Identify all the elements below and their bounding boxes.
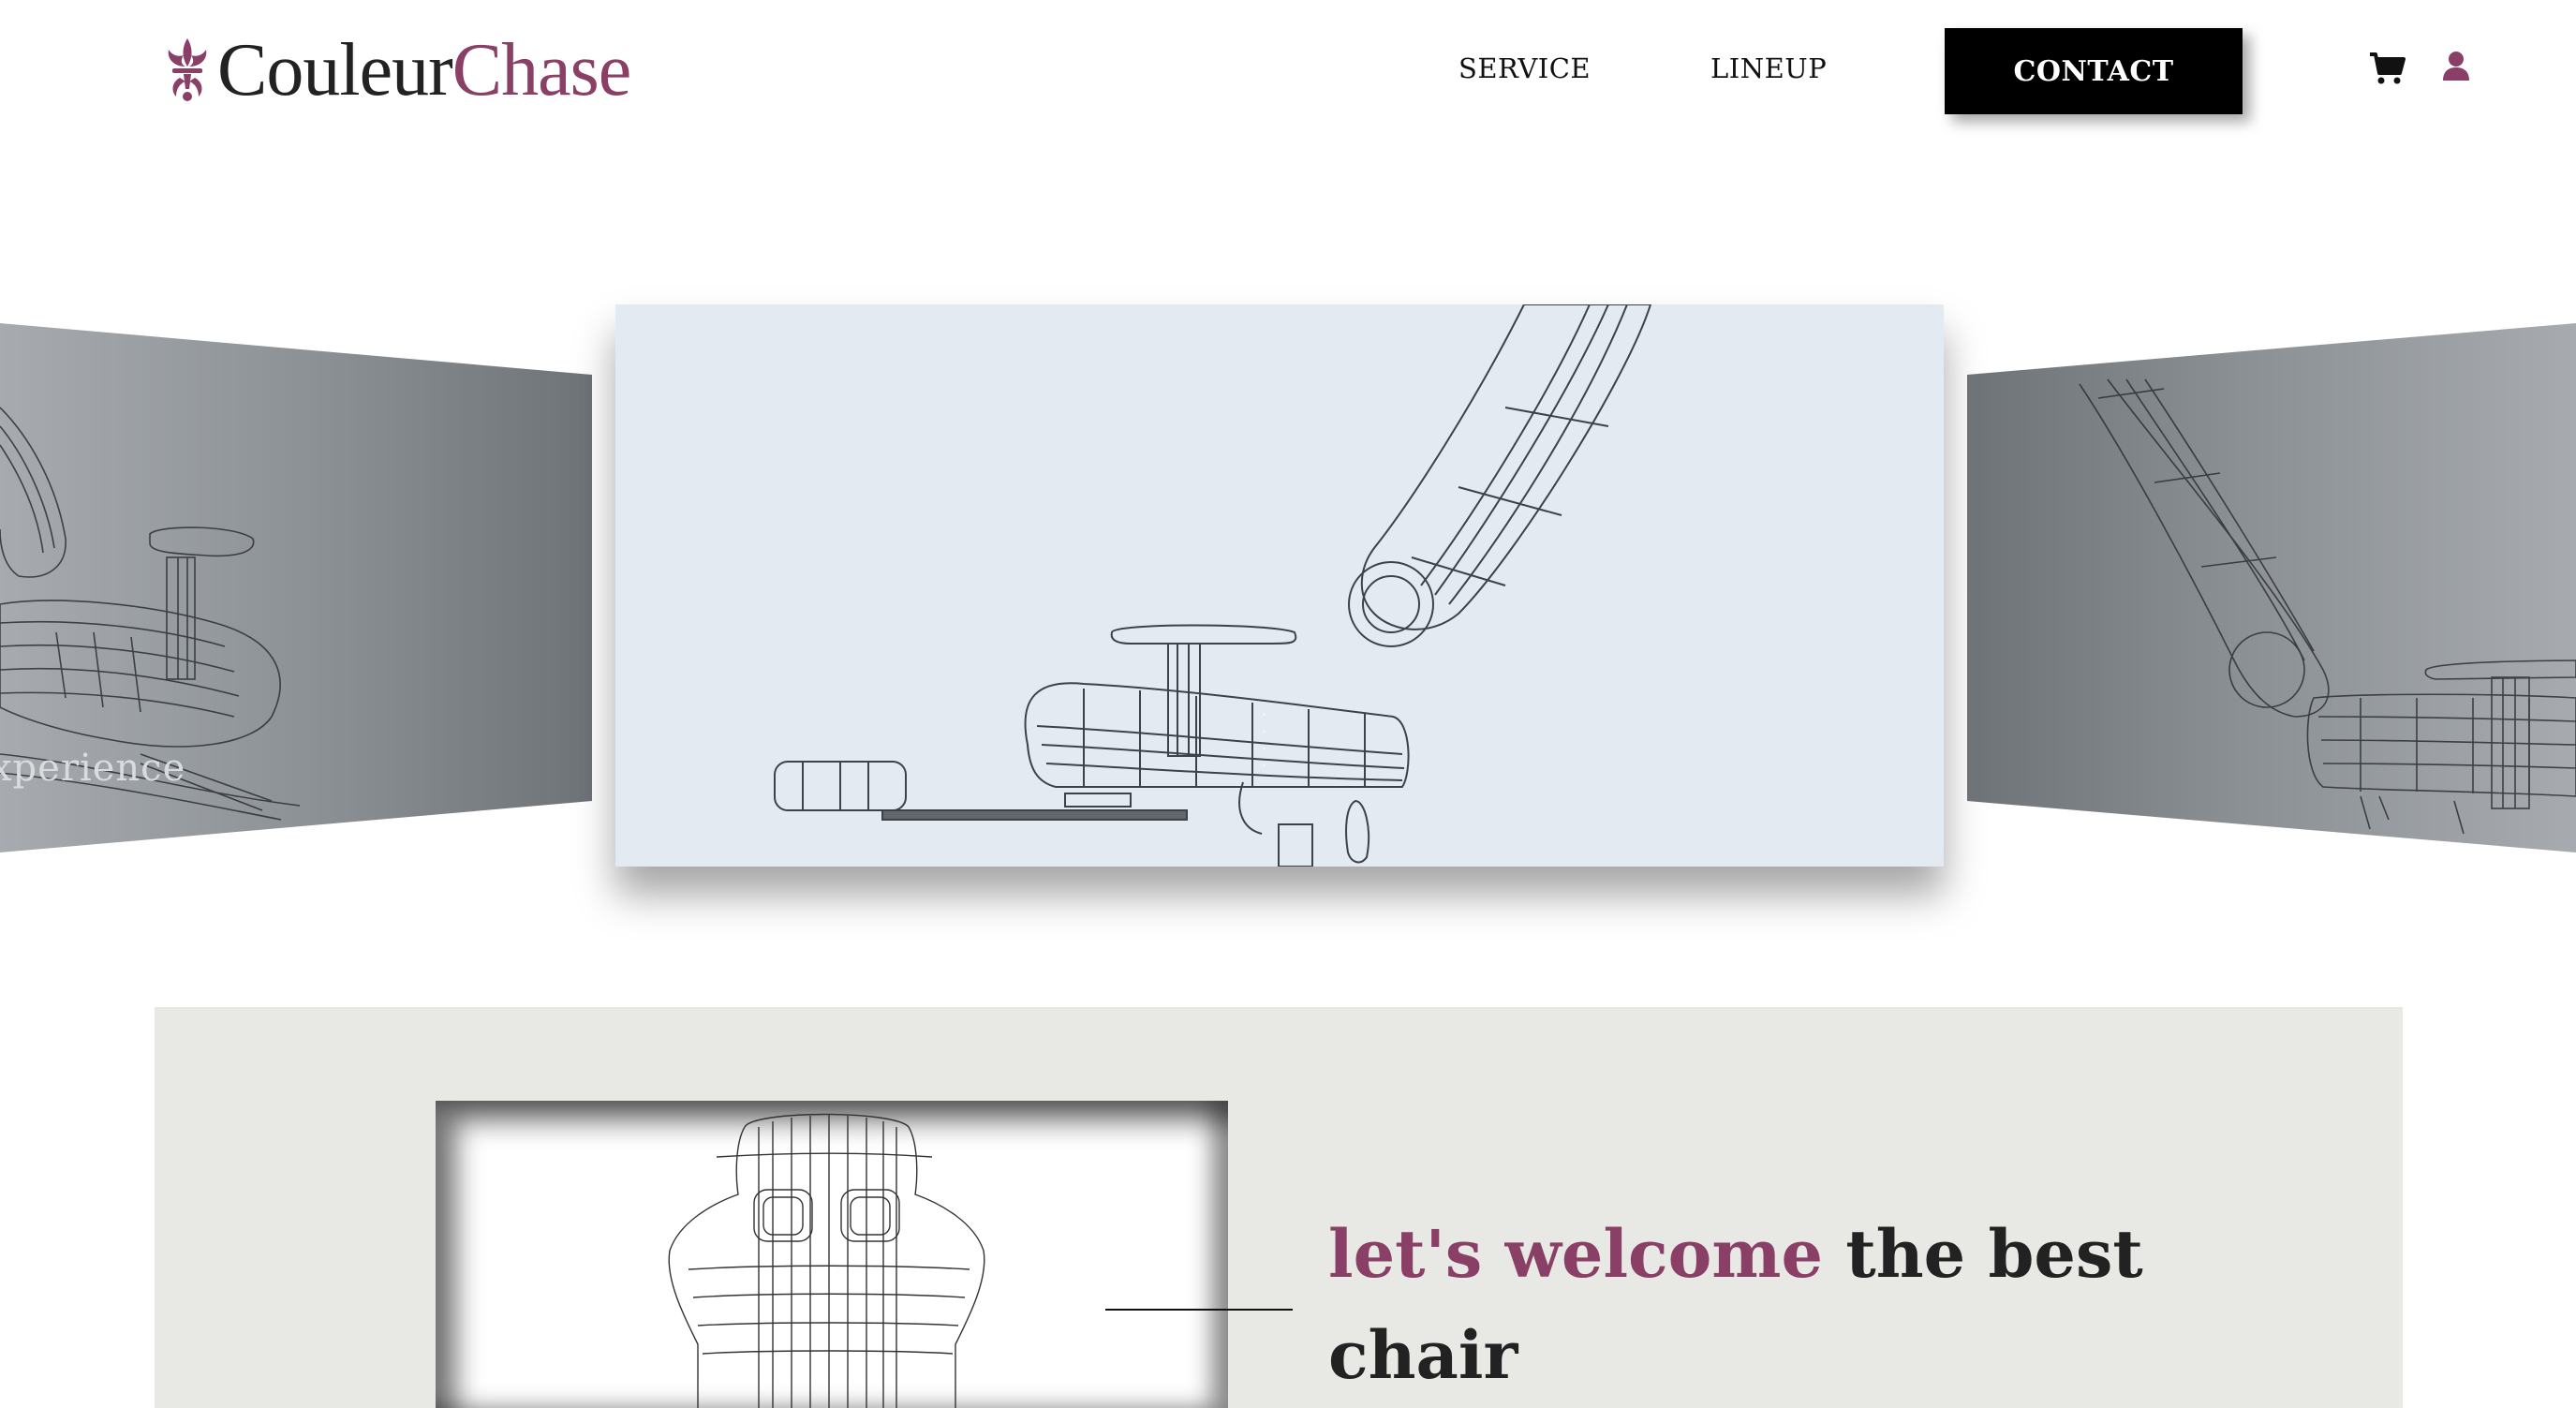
- fleur-de-lis-icon: [168, 38, 207, 101]
- headline-accent-text: let's welcome: [1328, 1215, 1823, 1293]
- nav-service-link[interactable]: SERVICE: [1458, 52, 1591, 84]
- carousel-slide-center[interactable]: [615, 304, 1944, 867]
- brand-name-part2: Chase: [452, 29, 632, 111]
- hero-carousel[interactable]: xperience · · · ·: [0, 141, 2576, 867]
- slide-caption: xperience: [0, 747, 186, 790]
- section-divider-line: [1105, 1309, 1293, 1311]
- welcome-section: let's welcome the best chair: [155, 1007, 2403, 1408]
- brand-name: CouleurChase: [217, 33, 631, 108]
- carousel-slide-right[interactable]: [1967, 323, 2576, 852]
- contact-button[interactable]: CONTACT: [1945, 28, 2243, 114]
- chair-wireframe-image: [774, 304, 1652, 867]
- chair-front-wireframe-image: [668, 1113, 985, 1408]
- brand-logo[interactable]: CouleurChase: [161, 28, 631, 112]
- user-icon[interactable]: [2435, 47, 2477, 88]
- slide-vertical-label: · · · ·: [1255, 712, 1273, 772]
- feature-image-frame: [436, 1101, 1228, 1408]
- brand-name-part1: Couleur: [217, 29, 453, 111]
- chair-wireframe-image: [2079, 378, 2576, 835]
- carousel-slide-left[interactable]: xperience: [0, 323, 592, 852]
- site-header: CouleurChase SERVICE LINEUP CONTACT: [0, 0, 2576, 141]
- welcome-headline: let's welcome the best chair: [1328, 1204, 2171, 1406]
- cart-icon[interactable]: [2366, 47, 2407, 88]
- nav-lineup-link[interactable]: LINEUP: [1710, 52, 1827, 84]
